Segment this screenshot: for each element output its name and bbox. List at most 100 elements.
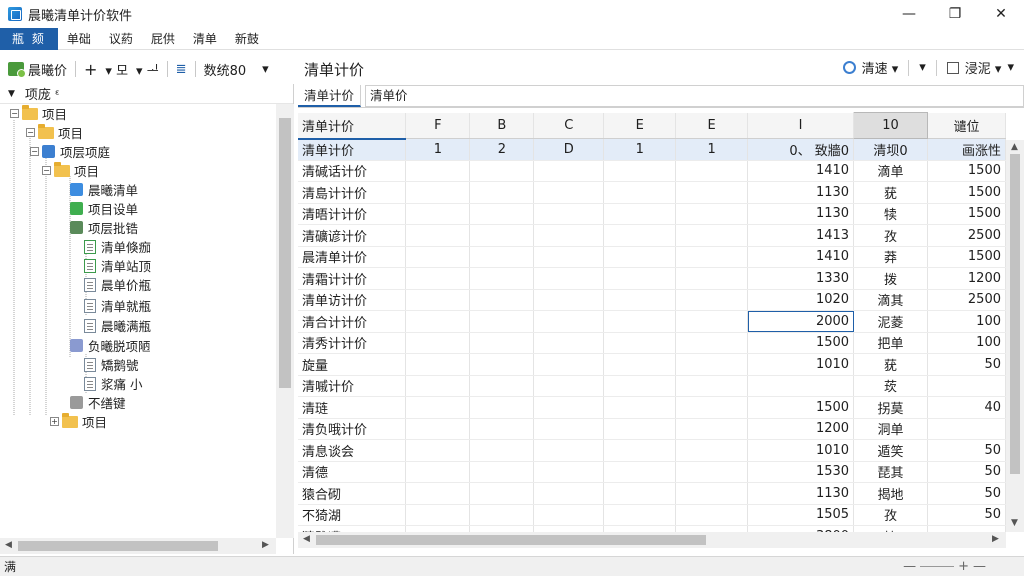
tree-item-subproject[interactable]: − 项目 bbox=[42, 161, 99, 180]
table-cell[interactable]: D bbox=[533, 138, 605, 161]
table-cell[interactable]: 清島计计价 bbox=[298, 181, 407, 204]
scroll-right-icon[interactable]: ▶ bbox=[262, 540, 269, 550]
table-cell[interactable] bbox=[675, 482, 749, 505]
table-cell[interactable]: 清碱话计价 bbox=[298, 160, 407, 182]
tree-item-sub-2[interactable]: 浆痛 小 bbox=[84, 374, 142, 393]
options-dropdown[interactable]: ▾ bbox=[919, 60, 926, 75]
tree-item-project-root[interactable]: − 项目 bbox=[10, 104, 67, 123]
grid-vertical-scrollbar[interactable]: ▲ ▼ bbox=[1006, 140, 1024, 532]
table-row[interactable]: 清碱话计价 1410 滴单 1500 bbox=[298, 160, 1006, 182]
table-cell[interactable] bbox=[469, 203, 535, 225]
expand-icon[interactable]: + bbox=[50, 417, 59, 426]
column-header[interactable]: I bbox=[747, 112, 855, 139]
table-cell[interactable] bbox=[469, 461, 535, 483]
table-cell[interactable]: 孜 bbox=[853, 504, 928, 526]
table-cell[interactable]: 50 bbox=[927, 504, 1006, 526]
table-cell[interactable]: 1200 bbox=[747, 418, 855, 440]
table-cell[interactable] bbox=[675, 461, 749, 483]
table-cell[interactable]: 清单计价 bbox=[298, 138, 407, 161]
table-cell[interactable] bbox=[675, 224, 749, 247]
table-cell[interactable]: 孜 bbox=[853, 224, 928, 247]
table-row[interactable]: 清单访计价 1020 滴其 2500 bbox=[298, 289, 1006, 311]
table-cell[interactable]: 1130 bbox=[747, 482, 855, 505]
table-cell[interactable]: 1413 bbox=[747, 224, 855, 247]
table-cell[interactable] bbox=[603, 332, 677, 354]
collapse-icon[interactable]: − bbox=[42, 166, 51, 175]
tree-item-list-5[interactable]: 晨曦满瓶 bbox=[84, 316, 151, 335]
table-cell[interactable] bbox=[405, 203, 471, 225]
table-cell[interactable]: 清单访计价 bbox=[298, 289, 407, 311]
table-cell[interactable] bbox=[675, 289, 749, 311]
table-cell[interactable] bbox=[405, 181, 471, 204]
table-cell[interactable] bbox=[603, 504, 677, 526]
table-cell[interactable] bbox=[603, 375, 677, 397]
table-cell[interactable] bbox=[675, 160, 749, 182]
table-cell[interactable] bbox=[469, 246, 535, 268]
table-cell[interactable] bbox=[603, 203, 677, 225]
table-cell[interactable]: 清坝0 bbox=[853, 138, 928, 161]
table-cell[interactable] bbox=[469, 289, 535, 311]
brand-button[interactable]: 晨曦价 bbox=[0, 58, 71, 80]
table-cell[interactable]: 50 bbox=[927, 461, 1006, 483]
column-header[interactable]: C bbox=[533, 112, 605, 139]
scrollbar-thumb[interactable] bbox=[1010, 154, 1020, 474]
list-icon[interactable]: ≣ bbox=[172, 58, 191, 80]
table-cell[interactable]: 100 bbox=[927, 332, 1006, 354]
table-cell[interactable]: 拨 bbox=[853, 267, 928, 290]
table-cell[interactable]: 1505 bbox=[747, 504, 855, 526]
scrollbar-thumb[interactable] bbox=[316, 535, 706, 545]
table-cell[interactable] bbox=[405, 504, 471, 526]
menu-item-supply[interactable]: 屁供 bbox=[142, 28, 184, 50]
table-cell[interactable] bbox=[675, 181, 749, 204]
table-row[interactable]: 清礦谚计价 1413 孜 2500 bbox=[298, 224, 1006, 247]
tree-item-sub-1[interactable]: 矯鹅號 bbox=[84, 355, 139, 374]
table-cell[interactable] bbox=[533, 246, 605, 268]
table-cell[interactable] bbox=[675, 396, 749, 419]
tree-item-project[interactable]: − 项目 bbox=[26, 123, 83, 142]
column-header[interactable]: B bbox=[469, 112, 535, 139]
table-cell[interactable] bbox=[533, 203, 605, 225]
table-cell[interactable] bbox=[469, 332, 535, 354]
table-cell[interactable]: 清礦谚计价 bbox=[298, 224, 407, 247]
table-cell[interactable] bbox=[603, 224, 677, 247]
table-cell[interactable]: 50 bbox=[927, 353, 1006, 376]
table-cell[interactable] bbox=[533, 160, 605, 182]
table-cell[interactable] bbox=[603, 461, 677, 483]
table-cell[interactable]: 清秀计计价 bbox=[298, 332, 407, 354]
table-cell[interactable]: 1530 bbox=[747, 461, 855, 483]
table-cell[interactable] bbox=[533, 418, 605, 440]
table-cell[interactable]: 清琏 bbox=[298, 396, 407, 419]
table-cell[interactable]: 1500 bbox=[747, 332, 855, 354]
table-cell[interactable] bbox=[675, 310, 749, 333]
table-cell[interactable] bbox=[533, 267, 605, 290]
table-cell[interactable] bbox=[533, 482, 605, 505]
table-cell[interactable]: 拐莫 bbox=[853, 396, 928, 419]
tree-horizontal-scrollbar[interactable]: ◀ ▶ bbox=[0, 538, 276, 554]
table-cell[interactable] bbox=[469, 224, 535, 247]
table-cell[interactable]: 旋量 bbox=[298, 353, 407, 376]
table-cell[interactable]: 1500 bbox=[927, 181, 1006, 204]
table-row[interactable]: 清合计计价 2000 泥菱 100 bbox=[298, 310, 1006, 333]
table-cell[interactable]: 画涨性 bbox=[927, 138, 1006, 161]
table-cell[interactable]: 洞单 bbox=[853, 418, 928, 440]
table-cell[interactable]: 遁笑 bbox=[853, 439, 928, 462]
table-cell[interactable] bbox=[603, 246, 677, 268]
table-cell[interactable] bbox=[405, 396, 471, 419]
table-cell[interactable] bbox=[469, 482, 535, 505]
menu-item-single[interactable]: 单础 bbox=[58, 28, 100, 50]
table-cell[interactable] bbox=[405, 160, 471, 182]
tree-item-list-2[interactable]: 清单站顶 bbox=[84, 256, 151, 275]
table-cell[interactable] bbox=[675, 353, 749, 376]
table-cell[interactable] bbox=[469, 310, 535, 333]
table-cell[interactable] bbox=[603, 267, 677, 290]
table-row[interactable]: 猿合砌 1130 揭地 50 bbox=[298, 482, 1006, 505]
table-cell[interactable]: 把单 bbox=[853, 332, 928, 354]
table-cell[interactable]: 1410 bbox=[747, 160, 855, 182]
table-cell[interactable] bbox=[533, 439, 605, 462]
table-row[interactable]: 清島计计价 1130 莸 1500 bbox=[298, 181, 1006, 204]
table-cell[interactable]: 50 bbox=[927, 439, 1006, 462]
move-dropdown[interactable]: ▾ ᆚ bbox=[132, 58, 163, 80]
table-cell[interactable]: 猿合砌 bbox=[298, 482, 407, 505]
table-cell[interactable]: 1020 bbox=[747, 289, 855, 311]
tree-vertical-scrollbar[interactable] bbox=[276, 104, 294, 538]
